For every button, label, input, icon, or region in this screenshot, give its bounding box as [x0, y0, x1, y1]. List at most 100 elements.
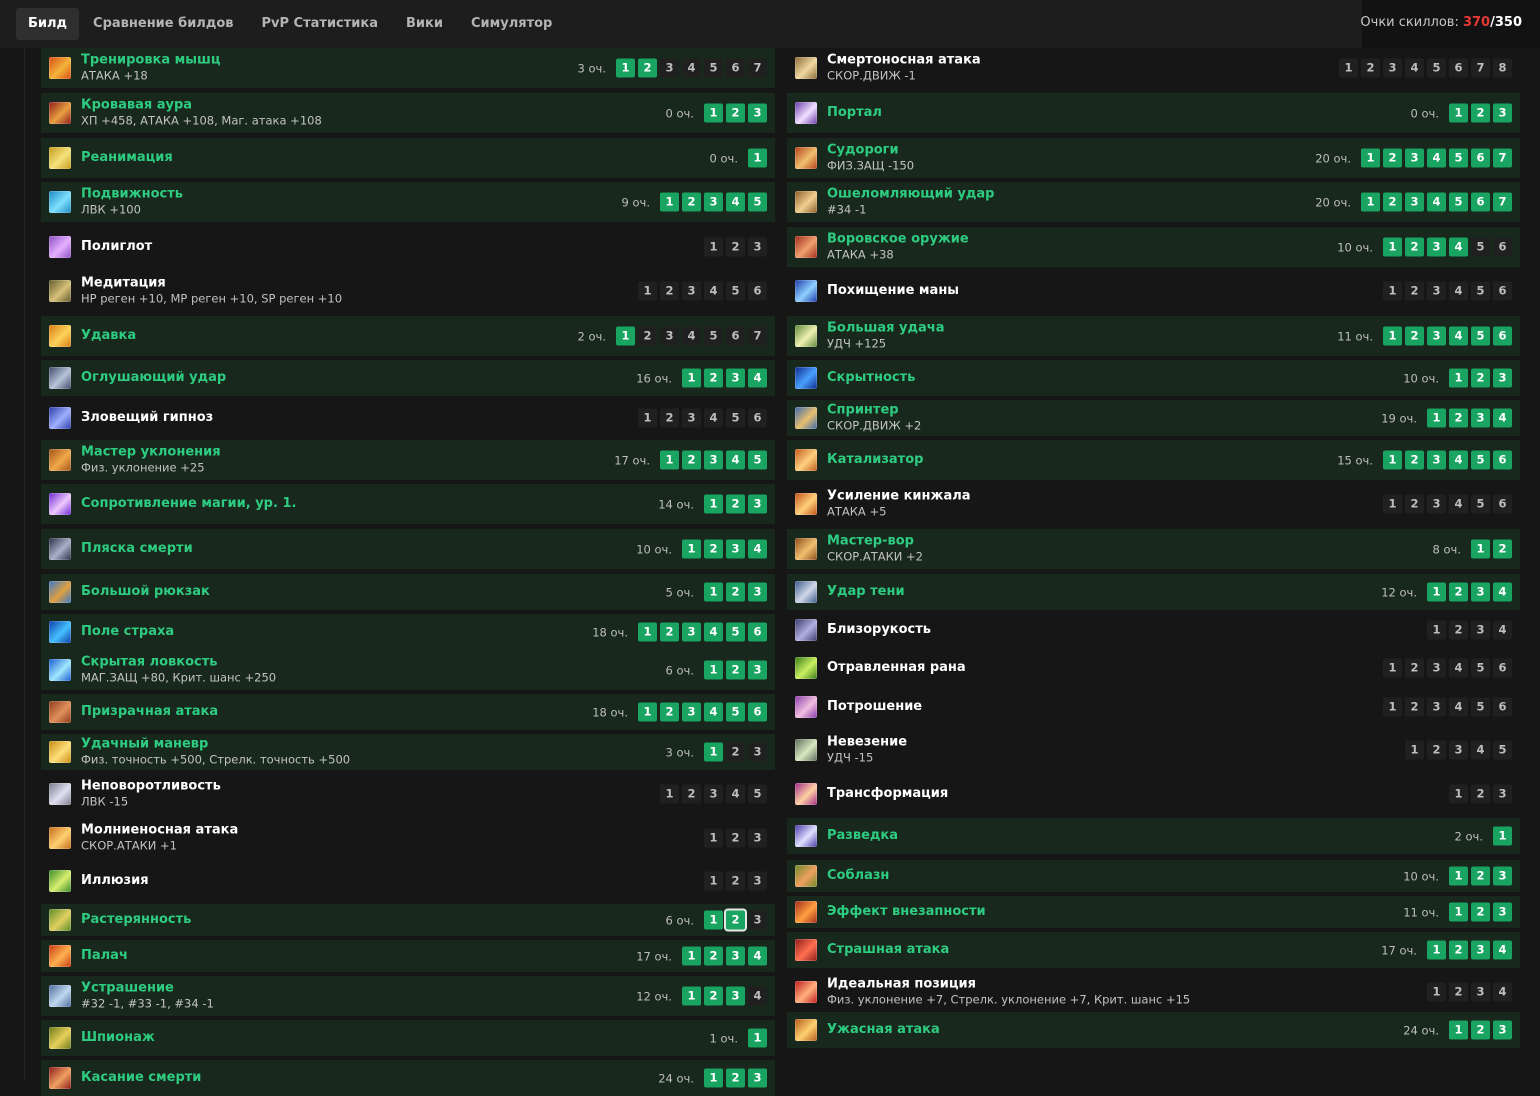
skill-level-button[interactable]: 2 — [1449, 940, 1468, 960]
skill-level-button[interactable]: 2 — [726, 494, 745, 514]
skill-level-button[interactable]: 5 — [704, 58, 723, 78]
skill-row[interactable]: Скрытность 10 оч. 1 2 3 — [787, 360, 1520, 396]
skill-level-button[interactable]: 3 — [748, 103, 767, 123]
skill-row[interactable]: Кровавая аура ХП +458, АТАКА +108, Маг. а… — [41, 93, 775, 133]
skill-level-button[interactable]: 3 — [660, 58, 679, 78]
skill-level-button[interactable]: 5 — [1471, 494, 1490, 514]
tab-wiki[interactable]: Вики — [392, 8, 457, 40]
skill-level-button[interactable]: 6 — [1493, 658, 1512, 678]
skill-row[interactable]: Неповоротливость ЛВК -15 1 2 3 4 5 — [41, 774, 775, 814]
skill-level-button[interactable]: 4 — [748, 539, 767, 559]
skill-level-button[interactable]: 2 — [682, 784, 701, 804]
skill-level-button[interactable]: 1 — [704, 103, 723, 123]
skill-row[interactable]: Идеальная позиция Физ. уклонение +7, Стре… — [787, 972, 1520, 1012]
skill-level-button[interactable]: 4 — [726, 192, 745, 212]
skill-level-button[interactable]: 4 — [1449, 237, 1468, 257]
skill-level-button[interactable]: 1 — [704, 237, 723, 257]
skill-level-button[interactable]: 1 — [638, 702, 657, 722]
skill-level-button[interactable]: 2 — [1471, 103, 1490, 123]
skill-level-button[interactable]: 2 — [660, 622, 679, 642]
skill-row[interactable]: Палач 17 оч. 1 2 3 4 — [41, 940, 775, 972]
skill-row[interactable]: Растерянность 6 оч. 1 2 3 — [41, 904, 775, 936]
skill-level-button[interactable]: 6 — [1493, 326, 1512, 346]
skill-level-button[interactable]: 1 — [748, 148, 767, 168]
skill-level-button[interactable]: 4 — [1427, 148, 1446, 168]
skill-level-button[interactable]: 4 — [1405, 58, 1424, 78]
skill-row[interactable]: Ужасная атака 24 оч. 1 2 3 — [787, 1012, 1520, 1048]
skill-row[interactable]: Зловещий гипноз 1 2 3 4 5 6 — [41, 400, 775, 436]
skill-level-button[interactable]: 5 — [1471, 697, 1490, 717]
skill-level-button[interactable]: 2 — [638, 326, 657, 346]
skill-level-button[interactable]: 3 — [1427, 658, 1446, 678]
skill-level-button[interactable]: 2 — [726, 582, 745, 602]
skill-row[interactable]: Касание смерти 24 оч. 1 2 3 — [41, 1060, 775, 1096]
skill-level-button[interactable]: 2 — [726, 237, 745, 257]
skill-level-button[interactable]: 1 — [616, 58, 635, 78]
skill-row[interactable]: Соблазн 10 оч. 1 2 3 — [787, 860, 1520, 892]
skill-level-button[interactable]: 3 — [1493, 368, 1512, 388]
skill-level-button[interactable]: 4 — [704, 702, 723, 722]
skill-level-button[interactable]: 2 — [726, 742, 745, 762]
skill-level-button[interactable]: 5 — [1427, 58, 1446, 78]
skill-level-button[interactable]: 6 — [748, 408, 767, 428]
skill-level-button[interactable]: 2 — [1449, 982, 1468, 1002]
skill-level-button[interactable]: 5 — [704, 326, 723, 346]
skill-level-button[interactable]: 1 — [704, 1068, 723, 1088]
skill-row[interactable]: Медитация HP реген +10, MP реген +10, SP … — [41, 271, 775, 311]
skill-row[interactable]: Невезение УДЧ -15 1 2 3 4 5 — [787, 730, 1520, 770]
skill-level-button[interactable]: 3 — [726, 368, 745, 388]
skill-level-button[interactable]: 1 — [660, 450, 679, 470]
skill-level-button[interactable]: 2 — [660, 408, 679, 428]
skill-level-button[interactable]: 2 — [704, 539, 723, 559]
skill-row[interactable]: Поле страха 18 оч. 1 2 3 4 5 6 — [41, 614, 775, 650]
skill-row[interactable]: Большая удача УДЧ +125 11 оч. 1 2 3 4 5 6 — [787, 316, 1520, 356]
skill-level-button[interactable]: 3 — [1427, 326, 1446, 346]
skill-level-button[interactable]: 3 — [1427, 494, 1446, 514]
skill-level-button[interactable]: 1 — [1383, 237, 1402, 257]
skill-level-button[interactable]: 3 — [682, 281, 701, 301]
tab-build[interactable]: Билд — [16, 8, 80, 40]
skill-level-button[interactable]: 6 — [1493, 281, 1512, 301]
skill-level-button[interactable]: 6 — [1493, 697, 1512, 717]
skill-level-button[interactable]: 3 — [1493, 866, 1512, 886]
skill-level-button[interactable]: 1 — [1449, 902, 1468, 922]
skill-level-button[interactable]: 4 — [704, 622, 723, 642]
skill-level-button[interactable]: 2 — [638, 58, 657, 78]
skill-row[interactable]: Иллюзия 1 2 3 — [41, 862, 775, 900]
skill-level-button[interactable]: 2 — [704, 946, 723, 966]
skill-level-button[interactable]: 4 — [682, 326, 701, 346]
skill-level-button[interactable]: 6 — [1493, 450, 1512, 470]
skill-level-button[interactable]: 4 — [1471, 740, 1490, 760]
skill-level-button[interactable]: 7 — [1493, 192, 1512, 212]
skill-level-button[interactable]: 4 — [704, 408, 723, 428]
skill-level-button[interactable]: 5 — [748, 784, 767, 804]
skill-level-button[interactable]: 2 — [726, 1068, 745, 1088]
skill-level-button[interactable]: 3 — [748, 1068, 767, 1088]
skill-level-button[interactable]: 7 — [1493, 148, 1512, 168]
skill-level-button[interactable]: 2 — [726, 660, 745, 680]
skill-level-button[interactable]: 3 — [1471, 582, 1490, 602]
tab-simulator[interactable]: Симулятор — [457, 8, 566, 40]
skill-level-button[interactable]: 1 — [1471, 539, 1490, 559]
skill-level-button[interactable]: 3 — [704, 784, 723, 804]
skill-level-button[interactable]: 4 — [1449, 494, 1468, 514]
skill-level-button[interactable]: 5 — [1471, 658, 1490, 678]
skill-level-button[interactable]: 6 — [726, 326, 745, 346]
skill-row[interactable]: Удавка 2 оч. 1 2 3 4 5 6 7 — [41, 316, 775, 356]
skill-level-button[interactable]: 2 — [1405, 494, 1424, 514]
skill-level-button[interactable]: 3 — [1383, 58, 1402, 78]
skill-row[interactable]: Портал 0 оч. 1 2 3 — [787, 93, 1520, 133]
skill-level-button[interactable]: 1 — [1427, 582, 1446, 602]
skill-level-button[interactable]: 7 — [748, 326, 767, 346]
skill-level-button[interactable]: 2 — [660, 281, 679, 301]
skill-level-button[interactable]: 6 — [1493, 494, 1512, 514]
skill-level-button[interactable]: 2 — [704, 986, 723, 1006]
skill-level-button[interactable]: 3 — [682, 702, 701, 722]
skill-level-button[interactable]: 5 — [1449, 148, 1468, 168]
skill-level-button[interactable]: 2 — [1405, 697, 1424, 717]
skill-level-button[interactable]: 4 — [704, 281, 723, 301]
skill-row[interactable]: Близорукость 1 2 3 4 — [787, 614, 1520, 646]
skill-level-button[interactable]: 4 — [1449, 697, 1468, 717]
skill-row[interactable]: Мастер уклонения Физ. уклонение +25 17 оч.… — [41, 440, 775, 480]
skill-level-button[interactable]: 2 — [1449, 620, 1468, 640]
